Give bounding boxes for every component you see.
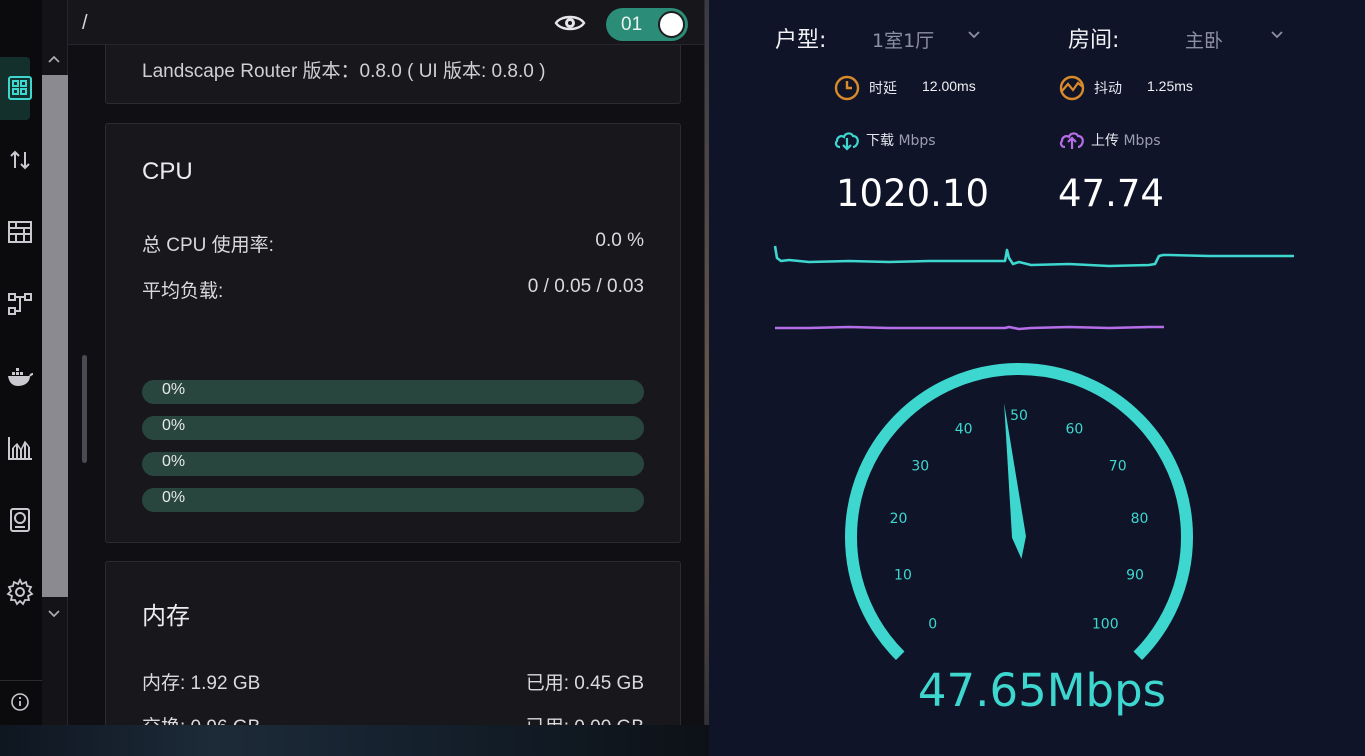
gauge-tick-label: 30 xyxy=(911,458,929,474)
layout-select[interactable]: 1室1厅 xyxy=(872,26,934,53)
upload-label: 上传 Mbps xyxy=(1091,130,1161,150)
upload-sparkline xyxy=(775,325,1164,331)
eye-icon[interactable] xyxy=(554,12,586,34)
sidebar-rail xyxy=(0,0,68,725)
upload-speed-value: 47.74 xyxy=(1058,172,1164,215)
cpu-usage-row: 总 CPU 使用率: 0.0 % xyxy=(142,230,644,256)
cpu-core-bar-label: 0% xyxy=(162,453,186,470)
theme-toggle[interactable]: 01 xyxy=(606,8,688,41)
gauge-tick-label: 10 xyxy=(894,568,912,584)
chart-icon[interactable] xyxy=(4,432,36,464)
clock-icon xyxy=(834,75,860,101)
cloud-upload-icon xyxy=(1059,132,1084,149)
gauge-tick-label: 40 xyxy=(955,421,973,437)
jitter-label: 抖动 xyxy=(1094,81,1122,97)
top-bar: / 01 xyxy=(68,0,704,45)
download-label-text: 下载 xyxy=(866,133,894,149)
load-average-label: 平均负载: xyxy=(142,281,224,302)
cpu-core-bar: 0% xyxy=(142,452,644,476)
memory-title: 内存 xyxy=(142,603,190,630)
cloud-download-icon xyxy=(834,132,859,151)
scroll-up-arrow-icon[interactable] xyxy=(45,53,63,67)
gauge-tick-label: 90 xyxy=(1126,568,1144,584)
sidebar-scrollbar xyxy=(42,0,68,725)
cpu-title: CPU xyxy=(142,158,193,185)
upload-label-text: 上传 xyxy=(1091,133,1119,149)
cpu-core-bar: 0% xyxy=(142,488,644,512)
memory-card: 内存 内存: 1.92 GB 已用: 0.45 GB 交换: 0.96 GB 已… xyxy=(105,561,681,725)
firewall-icon[interactable] xyxy=(4,216,36,248)
gauge-tick-label: 70 xyxy=(1109,458,1127,474)
room-label: 房间: xyxy=(1068,28,1120,53)
content-scroll-thumb[interactable] xyxy=(82,355,87,463)
info-icon[interactable] xyxy=(8,690,32,714)
latency-value: 12.00ms xyxy=(922,78,976,94)
gauge-tick-label: 60 xyxy=(1065,421,1083,437)
scroll-down-arrow-icon[interactable] xyxy=(45,608,63,622)
swap-row: 交换: 0.96 GB 已用: 0.00 GB xyxy=(142,712,644,725)
cpu-core-bar-label: 0% xyxy=(162,381,186,398)
cpu-usage-value: 0.0 % xyxy=(595,230,644,251)
docker-icon[interactable] xyxy=(4,360,36,392)
layout-label: 户型: xyxy=(775,28,827,53)
gauge-tick-label: 0 xyxy=(928,616,937,632)
gauge-tick-label: 80 xyxy=(1131,511,1149,527)
memory-total-label: 内存: 1.92 GB xyxy=(142,673,261,694)
speed-gauge: 0 10 20 30 40 50 60 70 80 90 100 xyxy=(845,363,1193,661)
room-select[interactable]: 主卧 xyxy=(1185,26,1223,53)
speed-history-sparklines xyxy=(773,245,1294,331)
gauge-tick-label: 50 xyxy=(1010,408,1028,424)
latency-label: 时延 xyxy=(869,81,897,97)
sidebar-scroll-thumb[interactable] xyxy=(42,75,68,597)
version-card: Landscape Router 版本：0.8.0 ( UI 版本: 0.8.0… xyxy=(105,45,681,104)
load-average-row: 平均负载: 0 / 0.05 / 0.03 xyxy=(142,276,644,302)
gauge-needle xyxy=(1004,402,1026,559)
cpu-usage-label: 总 CPU 使用率: xyxy=(142,235,274,256)
speedtest-panel: 户型: 1室1厅 房间: 主卧 时延 12.00ms 抖动 1.25ms 下载 … xyxy=(709,0,1365,756)
router-admin-window: / 01 Landscape Router 版本：0.8.0 ( UI 版本: … xyxy=(0,0,705,725)
toggle-knob xyxy=(658,11,685,38)
desktop-background-strip xyxy=(0,725,709,756)
gauge-readout: 47.65Mbps xyxy=(917,664,1167,717)
load-average-value: 0 / 0.05 / 0.03 xyxy=(527,276,644,297)
download-unit: Mbps xyxy=(898,133,936,149)
settings-icon[interactable] xyxy=(4,576,36,608)
download-sparkline xyxy=(773,245,1294,268)
chevron-down-icon[interactable] xyxy=(967,28,981,42)
cpu-card: CPU 总 CPU 使用率: 0.0 % 平均负载: 0 / 0.05 / 0.… xyxy=(105,123,681,543)
dashboard-content: Landscape Router 版本：0.8.0 ( UI 版本: 0.8.0… xyxy=(68,45,704,725)
jitter-value: 1.25ms xyxy=(1147,78,1193,94)
swap-used-label: 已用: 0.00 GB xyxy=(526,712,644,725)
cpu-core-bar: 0% xyxy=(142,380,644,404)
jitter-icon xyxy=(1059,75,1085,101)
chevron-down-icon[interactable] xyxy=(1270,28,1284,42)
download-speed-value: 1020.10 xyxy=(836,172,990,215)
toggle-label: 01 xyxy=(621,14,643,35)
book-icon[interactable] xyxy=(4,504,36,536)
cpu-core-bar: 0% xyxy=(142,416,644,440)
dashboard-icon[interactable] xyxy=(4,72,36,104)
download-label: 下载 Mbps xyxy=(866,130,936,150)
screen: / 01 Landscape Router 版本：0.8.0 ( UI 版本: … xyxy=(0,0,1365,756)
memory-used-label: 已用: 0.45 GB xyxy=(525,673,644,694)
version-text: Landscape Router 版本：0.8.0 ( UI 版本: 0.8.0… xyxy=(142,61,546,82)
breadcrumb: / xyxy=(82,12,88,34)
memory-row: 内存: 1.92 GB 已用: 0.45 GB xyxy=(142,668,644,694)
gauge-tick-label: 20 xyxy=(890,511,908,527)
gauge-tick-label: 100 xyxy=(1092,616,1119,632)
topology-icon[interactable] xyxy=(4,288,36,320)
upload-unit: Mbps xyxy=(1123,133,1161,149)
cpu-core-bar-label: 0% xyxy=(162,417,186,434)
swap-total-label: 交换: 0.96 GB xyxy=(142,712,260,725)
cpu-core-bar-label: 0% xyxy=(162,489,186,506)
transfer-icon[interactable] xyxy=(4,144,36,176)
